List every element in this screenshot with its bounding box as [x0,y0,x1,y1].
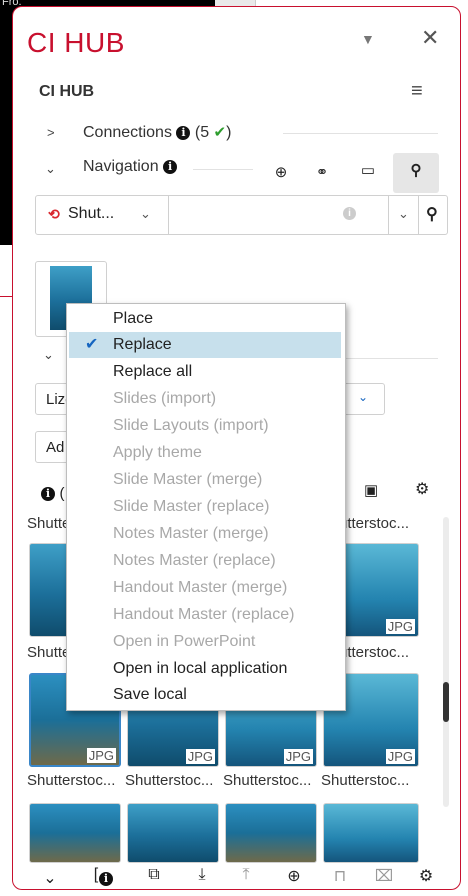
menu-item-open-in-local-application[interactable]: Open in local application [67,656,345,682]
gear-icon[interactable]: ⚙ [415,479,429,499]
zoom-in-icon[interactable]: ⊕ [266,163,296,181]
info-icon[interactable]: i [41,487,55,501]
chevron-down-icon: ⌄ [358,390,369,404]
menu-item-place[interactable]: Place [67,306,345,332]
search-icon[interactable]: ⚲ [426,204,438,224]
asset-caption: Shutterstoc... [321,772,410,789]
info-icon[interactable]: i [176,126,191,140]
asset-caption: utterstoc... [339,644,410,661]
chevron-down-icon[interactable]: ⌄ [43,347,54,363]
menu-item-notes-master-merge: Notes Master (merge) [113,525,269,542]
chevron-right-icon[interactable]: > [47,125,55,140]
trash-icon[interactable]: ⌧ [369,866,399,886]
asset-caption: Shutterstoc... [125,772,214,789]
panel-dropdown-icon[interactable]: ▼ [361,31,375,47]
context-menu: Place ✔ Replace Replace all Slides (impor… [66,303,346,711]
connections-count: (5 [194,124,210,141]
menu-item-handout-master-merge: Handout Master (merge) [113,579,288,596]
search-icon[interactable]: ⚲ [401,161,431,179]
asset-thumbnail[interactable] [225,803,317,863]
menu-item-replace[interactable]: ✔ Replace [69,332,341,358]
menu-item-replace-all[interactable]: Replace all [67,359,345,385]
hamburger-menu-icon[interactable]: ≡ [411,80,423,103]
chevron-down-icon: ⌄ [140,206,151,221]
divider [343,358,438,359]
add-button-label: Ad [46,439,65,456]
asset-caption: Shutterstoc... [223,772,312,789]
connections-label: Connections [83,124,172,141]
download-icon[interactable]: ⤓ [187,866,217,884]
asset-thumbnail[interactable] [127,803,219,863]
scrollbar-thumb[interactable] [443,682,449,722]
folder-icon[interactable]: ▭ [353,161,383,179]
divider [418,196,419,234]
close-icon[interactable]: ✕ [421,25,439,51]
provider-select[interactable]: ⟲ Shut... ⌄ [36,196,169,234]
menu-item-slide-master-merge: Slide Master (merge) [113,471,263,488]
search-bar: ⟲ Shut... ⌄ i ⌄ ⚲ [35,195,448,235]
menu-item-handout-master-replace: Handout Master (replace) [113,606,295,623]
asset-caption: Shutterstoc... [27,772,116,789]
connections-row[interactable]: Connections i (5 ✔) [83,123,231,142]
menu-item-slides-import: Slides (import) [113,390,217,407]
check-icon: ✔ [85,336,99,353]
menu-item-save-local[interactable]: Save local [67,682,345,708]
asset-caption: Shutte [27,644,71,661]
results-info-label: ( [59,485,65,502]
navigation-label: Navigation [83,158,159,175]
search-input[interactable]: i [168,196,388,234]
info-icon[interactable]: i [343,207,356,220]
chevron-down-icon[interactable]: ⌄ [35,868,65,888]
menu-item-notes-master-replace: Notes Master (replace) [113,552,276,569]
divider [388,196,389,234]
chevron-down-icon[interactable]: ⌄ [45,161,56,177]
file-type-badge: JPG [185,749,215,764]
menu-item-slide-master-replace: Slide Master (replace) [113,498,270,515]
lock-icon[interactable]: ⊓ [325,866,355,886]
asset-caption: utterstoc... [339,515,410,532]
file-type-badge: JPG [283,749,313,764]
info-icon[interactable]: i [163,160,178,174]
link-icon[interactable]: ⚭ [307,163,337,181]
section-title: CI HUB [39,83,95,100]
divider [193,169,253,170]
file-type-badge: JPG [385,619,415,634]
file-type-badge: JPG [86,748,116,763]
chevron-down-icon[interactable]: ⌄ [398,206,409,222]
panel-title: CI HUB [27,27,125,58]
asset-thumbnail[interactable] [323,803,419,863]
divider [283,133,438,134]
asset-caption: Shutte [27,515,71,532]
navigation-row[interactable]: Navigation i [83,158,178,176]
bottom-toolbar: ⌄ [ i ⧉ ⤓ ⤒ ⊕ ⊓ ⌧ ⚙ [13,862,460,889]
menu-item-open-in-powerpoint: Open in PowerPoint [113,633,256,650]
connections-close: ) [226,124,232,141]
asset-thumbnail[interactable] [29,803,121,863]
provider-label: Shut... [68,205,115,222]
shutterstock-logo-icon: ⟲ [48,206,60,222]
upload-icon[interactable]: ⤒ [231,866,261,884]
id-card-icon[interactable]: ▣ [364,481,378,499]
check-icon: ✔ [213,124,227,141]
results-info: i ( [41,485,64,503]
zoom-in-icon[interactable]: ⊕ [279,866,309,886]
gear-icon[interactable]: ⚙ [411,866,441,886]
file-type-badge: JPG [385,749,415,764]
menu-item-slide-layouts-import: Slide Layouts (import) [113,417,269,434]
open-external-icon[interactable]: ⧉ [139,866,169,884]
menu-item-apply-theme: Apply theme [113,444,202,461]
scrollbar-track[interactable] [443,517,449,807]
info-icon[interactable]: i [99,870,113,888]
